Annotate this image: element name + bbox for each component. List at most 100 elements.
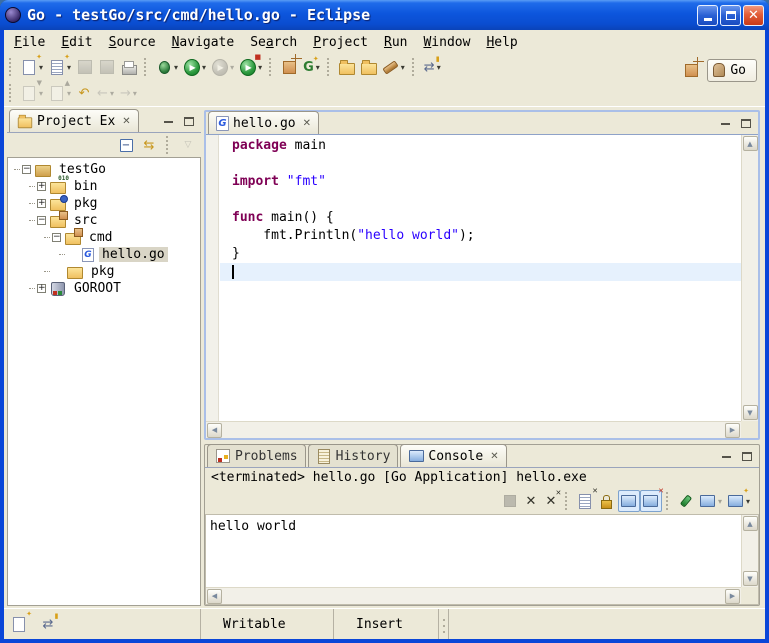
menu-item-source[interactable]: Source bbox=[101, 32, 164, 53]
scroll-up-button[interactable]: ▲ bbox=[743, 516, 758, 531]
menu-item-window[interactable]: Window bbox=[415, 32, 478, 53]
code-line-2[interactable] bbox=[220, 155, 741, 173]
editor-tab-hello-go[interactable]: G hello.go ✕ bbox=[208, 111, 319, 134]
clear-console-button[interactable] bbox=[574, 490, 596, 512]
tree-item-cmd[interactable]: −cmd bbox=[8, 229, 200, 246]
show-stderr-button[interactable] bbox=[640, 490, 662, 512]
console-horizontal-scrollbar[interactable]: ◀ ▶ bbox=[206, 587, 741, 604]
remove-launch-button[interactable]: ✕ bbox=[521, 490, 541, 512]
dropdown-arrow-icon[interactable]: ▾ bbox=[316, 63, 320, 72]
fast-view-button[interactable] bbox=[8, 613, 30, 635]
scroll-left-button[interactable]: ◀ bbox=[207, 423, 222, 438]
window-close-button[interactable]: ✕ bbox=[743, 5, 764, 26]
tree-item-hello-go[interactable]: Ghello.go bbox=[8, 246, 200, 263]
trim-synchronize-button[interactable]: ⇄ bbox=[38, 613, 58, 635]
menu-item-run[interactable]: Run bbox=[376, 32, 415, 53]
code-line-1[interactable]: package main bbox=[220, 137, 741, 155]
code-line-3[interactable]: import "fmt" bbox=[220, 173, 741, 191]
code-line-5[interactable]: func main() { bbox=[220, 209, 741, 227]
dropdown-arrow-icon[interactable]: ▾ bbox=[258, 63, 262, 72]
dropdown-arrow-icon[interactable]: ▾ bbox=[718, 497, 722, 506]
dropdown-arrow-icon[interactable]: ▾ bbox=[174, 63, 178, 72]
go-perspective-button[interactable]: Go bbox=[707, 59, 757, 82]
console-minimize-button[interactable] bbox=[718, 449, 734, 463]
window-minimize-button[interactable] bbox=[697, 5, 718, 26]
new-wizard-button[interactable]: ▾ bbox=[18, 56, 46, 78]
project-explorer-close-icon[interactable]: ✕ bbox=[122, 116, 130, 127]
collapse-icon[interactable]: − bbox=[37, 216, 46, 225]
console-maximize-button[interactable] bbox=[739, 449, 755, 463]
tree-item-src[interactable]: −src bbox=[8, 212, 200, 229]
expand-icon[interactable]: + bbox=[37, 284, 46, 293]
window-maximize-button[interactable] bbox=[720, 5, 741, 26]
console-vertical-scrollbar[interactable]: ▲ ▼ bbox=[741, 515, 758, 587]
project-explorer-tab[interactable]: Project Ex ✕ bbox=[9, 109, 139, 132]
synchronize-button[interactable]: ⇄▾ bbox=[421, 56, 444, 78]
code-line-4[interactable] bbox=[220, 191, 741, 209]
code-line-8[interactable] bbox=[220, 263, 741, 281]
title-bar[interactable]: Go - testGo/src/cmd/hello.go - Eclipse ✕ bbox=[0, 0, 769, 30]
dropdown-arrow-icon[interactable]: ▾ bbox=[39, 63, 43, 72]
search-button[interactable]: ▾ bbox=[380, 56, 408, 78]
dropdown-arrow-icon[interactable]: ▾ bbox=[67, 89, 71, 98]
editor-minimize-button[interactable] bbox=[717, 116, 733, 130]
editor-horizontal-scrollbar[interactable]: ◀ ▶ bbox=[206, 421, 741, 438]
remove-all-launches-button[interactable]: ✕ bbox=[541, 490, 561, 512]
scroll-down-button[interactable]: ▼ bbox=[743, 405, 758, 420]
dropdown-arrow-icon[interactable]: ▾ bbox=[746, 497, 750, 506]
dropdown-arrow-icon[interactable]: ▾ bbox=[401, 63, 405, 72]
dropdown-arrow-icon[interactable]: ▾ bbox=[110, 89, 114, 98]
menu-item-edit[interactable]: Edit bbox=[53, 32, 100, 53]
menu-item-search[interactable]: Search bbox=[242, 32, 305, 53]
console-tab-console[interactable]: Console✕ bbox=[400, 444, 506, 467]
collapse-icon[interactable]: − bbox=[22, 165, 31, 174]
code-editor[interactable]: package main import "fmt" func main() { fm… bbox=[206, 135, 758, 438]
tree-item-goroot[interactable]: +GOROOT bbox=[8, 280, 200, 297]
scroll-left-button[interactable]: ◀ bbox=[207, 589, 222, 604]
code-area[interactable]: package main import "fmt" func main() { fm… bbox=[220, 137, 741, 281]
code-line-6[interactable]: fmt.Println("hello world"); bbox=[220, 227, 741, 245]
menu-item-help[interactable]: Help bbox=[478, 32, 525, 53]
tree-item-pkg[interactable]: +pkg bbox=[8, 195, 200, 212]
print-button[interactable] bbox=[118, 56, 140, 78]
console-tab-history[interactable]: History bbox=[308, 444, 399, 467]
editor-vertical-scrollbar[interactable]: ▲ ▼ bbox=[741, 135, 758, 421]
dropdown-arrow-icon[interactable]: ▾ bbox=[230, 63, 234, 72]
scroll-up-button[interactable]: ▲ bbox=[743, 136, 758, 151]
code-line-7[interactable]: } bbox=[220, 245, 741, 263]
scroll-down-button[interactable]: ▼ bbox=[743, 571, 758, 586]
scroll-right-button[interactable]: ▶ bbox=[725, 423, 740, 438]
pin-console-button[interactable] bbox=[675, 490, 697, 512]
debug-button[interactable]: ▾ bbox=[153, 56, 181, 78]
last-edit-location-button[interactable]: ↶ bbox=[74, 82, 94, 104]
show-stdout-button[interactable] bbox=[618, 490, 640, 512]
scroll-right-button[interactable]: ▶ bbox=[725, 589, 740, 604]
dropdown-arrow-icon[interactable]: ▾ bbox=[133, 89, 137, 98]
console-output-area[interactable]: hello world ▲ ▼ ◀ ▶ bbox=[205, 514, 759, 605]
project-explorer-minimize-button[interactable] bbox=[160, 114, 176, 128]
tree-item-pkg[interactable]: pkg bbox=[8, 263, 200, 280]
editor-tab-close-icon[interactable]: ✕ bbox=[303, 118, 311, 129]
new-project-button[interactable] bbox=[278, 56, 300, 78]
tree-item-bin[interactable]: +bin bbox=[8, 178, 200, 195]
new-go-file-button[interactable]: ▾ bbox=[46, 56, 74, 78]
console-tab-close-icon[interactable]: ✕ bbox=[490, 451, 498, 462]
editor-maximize-button[interactable] bbox=[738, 116, 754, 130]
expand-icon[interactable]: + bbox=[37, 199, 46, 208]
menu-item-file[interactable]: File bbox=[6, 32, 53, 53]
expand-icon[interactable]: + bbox=[37, 182, 46, 191]
menu-item-navigate[interactable]: Navigate bbox=[164, 32, 243, 53]
tree-item-testgo[interactable]: −testGo bbox=[8, 161, 200, 178]
dropdown-arrow-icon[interactable]: ▾ bbox=[202, 63, 206, 72]
open-go-element-button[interactable] bbox=[336, 56, 358, 78]
open-resource-button[interactable] bbox=[358, 56, 380, 78]
menu-item-project[interactable]: Project bbox=[305, 32, 376, 53]
dropdown-arrow-icon[interactable]: ▾ bbox=[437, 63, 441, 72]
collapse-icon[interactable]: − bbox=[52, 233, 61, 242]
dropdown-arrow-icon[interactable]: ▾ bbox=[67, 63, 71, 72]
scroll-lock-button[interactable] bbox=[596, 490, 618, 512]
project-explorer-maximize-button[interactable] bbox=[181, 114, 197, 128]
console-tab-problems[interactable]: Problems bbox=[207, 444, 306, 467]
display-console-button[interactable]: ▾ bbox=[697, 490, 725, 512]
external-tools-button[interactable]: ▶▾ bbox=[237, 56, 265, 78]
